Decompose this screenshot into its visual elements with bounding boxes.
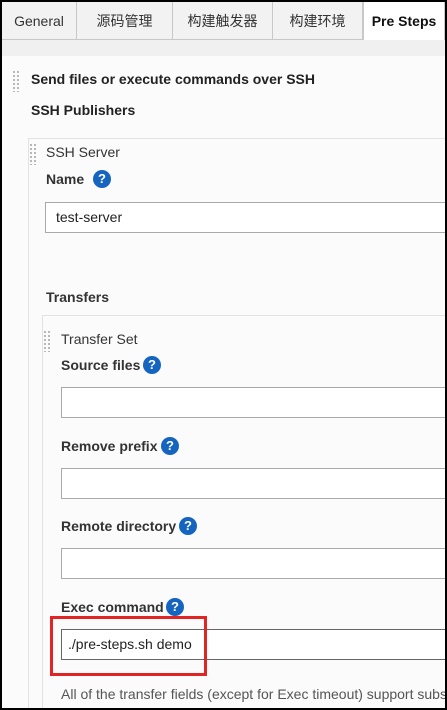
drag-handle-icon[interactable] [43,330,51,352]
tab-pre-steps[interactable]: Pre Steps [363,2,445,41]
tab-spacer [2,40,445,56]
tab-general[interactable]: General [2,2,77,40]
drag-handle-icon[interactable] [12,70,20,92]
remove-prefix-input[interactable] [61,468,447,499]
publishers-heading: SSH Publishers [31,102,136,118]
tab-build-triggers[interactable]: 构建触发器 [173,2,273,40]
server-name-select[interactable]: test-server [45,202,447,233]
tab-bar: General 源码管理 构建触发器 构建环境 Pre Steps [2,2,445,41]
drag-handle-icon[interactable] [29,143,37,165]
step-title: Send files or execute commands over SSH [31,71,315,87]
transfer-set-heading: Transfer Set [61,331,138,347]
remote-directory-input[interactable] [61,548,447,579]
name-label: Name [46,171,85,187]
remove-prefix-label: Remove prefix [61,438,158,454]
source-files-input[interactable] [61,387,447,418]
tab-source-management[interactable]: 源码管理 [77,2,173,40]
exec-command-label: Exec command [61,599,164,615]
exec-command-input[interactable]: ./pre-steps.sh demo [61,629,447,660]
help-icon[interactable]: ? [143,356,161,374]
ssh-server-heading: SSH Server [46,144,120,160]
help-icon[interactable]: ? [179,517,197,535]
transfers-heading: Transfers [46,289,110,305]
transfer-fields-note: All of the transfer fields (except for E… [61,686,447,702]
source-files-label: Source files [61,357,141,373]
tab-build-environment[interactable]: 构建环境 [273,2,363,40]
help-icon[interactable]: ? [166,598,184,616]
help-icon[interactable]: ? [161,437,179,455]
remote-directory-label: Remote directory [61,518,177,534]
help-icon[interactable]: ? [93,170,111,188]
